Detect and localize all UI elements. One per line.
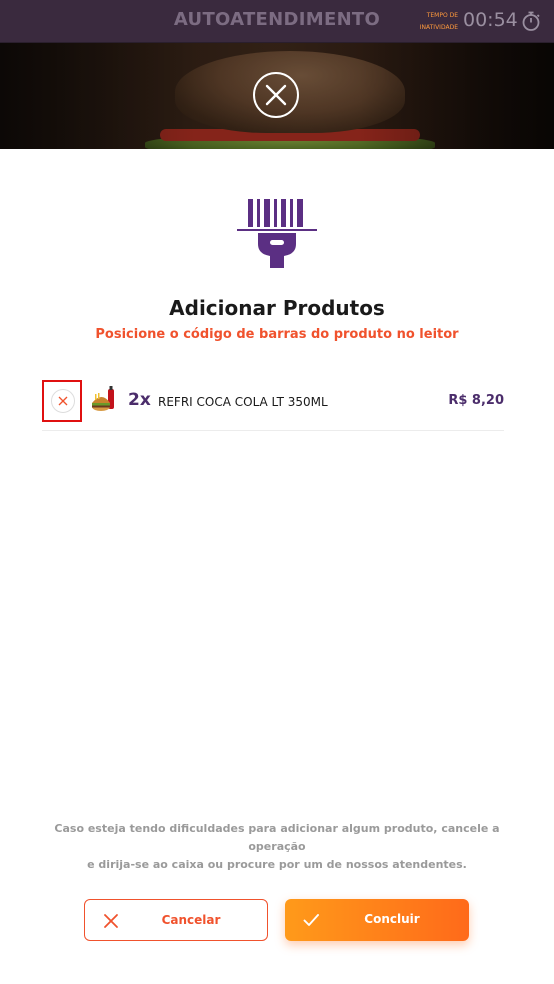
stopwatch-icon [522, 11, 540, 31]
inactivity-timer: 00:54 [463, 9, 518, 31]
cart-item: 2x REFRI COCA COLA LT 350ML R$ 8,20 [42, 380, 504, 431]
close-icon [265, 84, 287, 106]
page-subtitle: Posicione o código de barras do produto … [95, 327, 459, 342]
item-quantity: 2x [128, 390, 151, 410]
inactivity-label-line2: INATIVIDADE [419, 24, 458, 31]
barcode-scanner-icon [237, 199, 317, 268]
remove-icon [58, 396, 68, 406]
confirm-button[interactable]: Concluir [285, 899, 469, 941]
help-text-line2: e dirija-se ao caixa ou procure por um d… [87, 858, 467, 871]
item-price: R$ 8,20 [448, 393, 504, 408]
remove-item-highlight [42, 380, 82, 422]
top-bar: AUTOATENDIMENTO TEMPO DE INATIVIDADE 00:… [0, 0, 554, 43]
close-button[interactable] [253, 72, 299, 118]
confirm-label: Concluir [364, 912, 420, 926]
page-title: Adicionar Produtos [169, 296, 385, 320]
help-text: Caso esteja tendo dificuldades para adic… [30, 820, 524, 874]
help-text-line1: Caso esteja tendo dificuldades para adic… [54, 822, 500, 853]
product-thumbnail [92, 386, 114, 411]
cancel-button[interactable]: Cancelar [84, 899, 268, 941]
check-icon [303, 914, 319, 926]
cancel-label: Cancelar [161, 913, 221, 927]
cancel-icon [104, 914, 118, 928]
inactivity-label: TEMPO DE INATIVIDADE [406, 10, 458, 34]
remove-item-button[interactable] [51, 389, 75, 413]
item-name: REFRI COCA COLA LT 350ML [158, 395, 328, 409]
inactivity-label-line1: TEMPO DE [426, 12, 458, 19]
